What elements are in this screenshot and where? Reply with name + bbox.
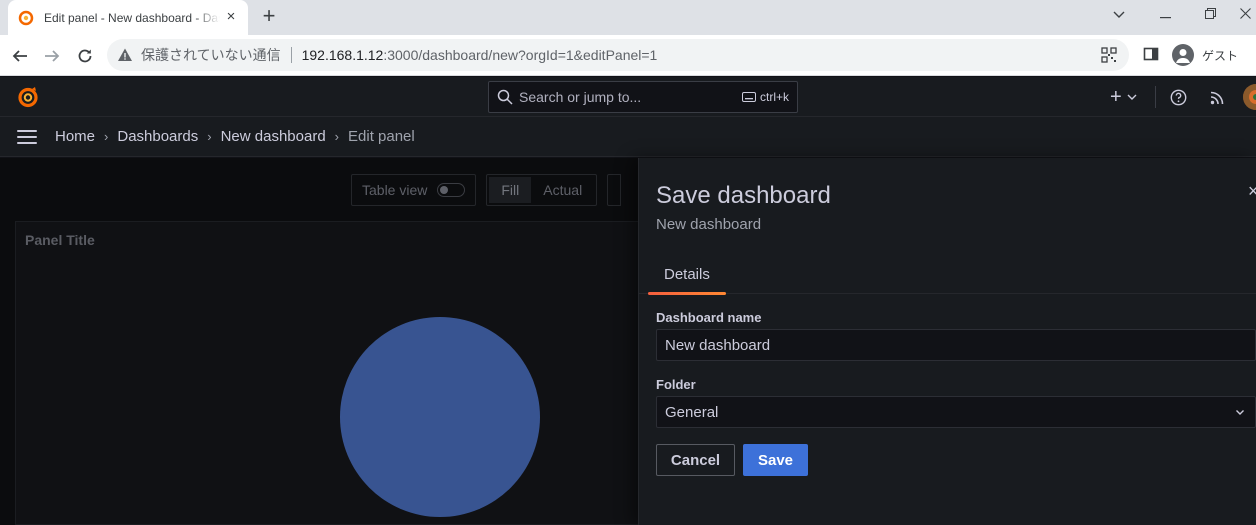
shortcut-label: ctrl+k xyxy=(759,90,789,104)
breadcrumb-edit-panel: Edit panel xyxy=(348,128,415,145)
restore-window-icon[interactable] xyxy=(1199,5,1221,25)
actual-option[interactable]: Actual xyxy=(531,177,594,203)
panel-editor-backdrop: Table view Fill Actual Panel Title xyxy=(0,158,640,525)
dashboard-name-value: New dashboard xyxy=(665,336,771,354)
reload-icon[interactable] xyxy=(74,45,96,67)
table-view-toggle[interactable]: Table view xyxy=(351,174,477,206)
help-icon[interactable] xyxy=(1170,87,1187,107)
grafana-logo-icon[interactable] xyxy=(16,85,40,109)
drawer-title: Save dashboard xyxy=(656,182,831,209)
table-view-label: Table view xyxy=(362,182,428,198)
close-icon[interactable]: × xyxy=(1248,182,1256,200)
profile-button[interactable]: ゲスト xyxy=(1168,41,1238,69)
new-tab-button[interactable]: + xyxy=(259,5,279,27)
drawer-tabs: Details xyxy=(639,262,1256,295)
forward-arrow-icon[interactable] xyxy=(41,45,63,67)
address-separator xyxy=(290,47,292,63)
url-text[interactable]: 192.168.1.12:3000/dashboard/new?orgId=1&… xyxy=(302,47,658,63)
panel-title: Panel Title xyxy=(25,232,95,248)
dashboard-name-label: Dashboard name xyxy=(656,310,762,325)
minimize-window-icon[interactable] xyxy=(1154,5,1176,25)
folder-label: Folder xyxy=(656,377,696,392)
search-icon xyxy=(497,89,513,105)
url-host: 192.168.1.12 xyxy=(301,47,384,63)
browser-toolbar: 保護されていない通信 192.168.1.12:3000/dashboard/n… xyxy=(0,35,1256,76)
topbar-divider xyxy=(1155,86,1156,108)
not-secure-label[interactable]: 保護されていない通信 xyxy=(141,45,281,65)
chevron-down-icon xyxy=(1127,94,1137,100)
panel-editor-toolbar: Table view Fill Actual xyxy=(351,174,622,206)
search-shortcut-hint: ctrl+k xyxy=(741,90,789,104)
tab-search-chevron-icon[interactable] xyxy=(1108,5,1130,25)
side-panel-icon[interactable] xyxy=(1143,46,1159,62)
back-arrow-icon[interactable] xyxy=(9,45,31,67)
save-dashboard-drawer: Save dashboard New dashboard × Details D… xyxy=(638,158,1256,525)
news-rss-icon[interactable] xyxy=(1210,87,1225,107)
view-mode-segmented-control: Fill Actual xyxy=(486,174,598,206)
browser-tabstrip: Edit panel - New dashboard - Dashboards … xyxy=(0,0,1256,35)
address-bar[interactable]: 保護されていない通信 192.168.1.12:3000/dashboard/n… xyxy=(107,39,1129,71)
plus-icon: + xyxy=(1110,85,1122,108)
pie-chart-slice xyxy=(340,317,540,517)
breadcrumb-new-dashboard[interactable]: New dashboard xyxy=(221,128,326,145)
keyboard-icon xyxy=(741,92,756,102)
guest-avatar-icon xyxy=(1172,44,1194,66)
chevron-down-icon xyxy=(1236,410,1244,415)
panel-preview: Panel Title xyxy=(15,221,640,525)
add-new-button[interactable]: + xyxy=(1110,85,1137,108)
breadcrumb-home[interactable]: Home xyxy=(55,128,95,145)
cancel-button[interactable]: Cancel xyxy=(656,444,735,476)
time-range-picker-partial[interactable] xyxy=(607,174,622,206)
search-placeholder: Search or jump to... xyxy=(519,89,642,105)
toggle-switch-icon xyxy=(437,183,466,197)
tab-details[interactable]: Details xyxy=(648,262,726,295)
qr-code-icon[interactable] xyxy=(1101,47,1117,63)
fill-option[interactable]: Fill xyxy=(489,177,532,203)
breadcrumb-separator: › xyxy=(207,129,212,144)
profile-label: ゲスト xyxy=(1202,48,1239,63)
menu-hamburger-icon[interactable] xyxy=(17,129,37,144)
folder-value: General xyxy=(665,403,719,421)
folder-select[interactable]: General xyxy=(656,396,1256,428)
grafana-topbar: Search or jump to... ctrl+k + xyxy=(0,77,1256,117)
breadcrumb-bar: Home › Dashboards › New dashboard › Edit… xyxy=(0,117,1256,157)
not-secure-warning-icon[interactable] xyxy=(117,47,133,63)
tab-close-icon[interactable]: × xyxy=(224,9,238,24)
close-window-icon[interactable] xyxy=(1234,5,1256,25)
search-input[interactable]: Search or jump to... ctrl+k xyxy=(488,81,798,113)
user-avatar[interactable] xyxy=(1243,84,1256,110)
browser-tab[interactable]: Edit panel - New dashboard - Dashboards … xyxy=(8,0,248,35)
breadcrumb-separator: › xyxy=(334,129,340,144)
grafana-favicon-icon xyxy=(18,10,34,26)
url-path: :3000/dashboard/new?orgId=1&editPanel=1 xyxy=(383,47,658,63)
tab-title: Edit panel - New dashboard - Dashboards … xyxy=(44,10,220,25)
breadcrumb-dashboards[interactable]: Dashboards xyxy=(117,128,198,145)
dashboard-name-input[interactable]: New dashboard xyxy=(656,329,1256,361)
breadcrumb-separator: › xyxy=(104,129,109,144)
drawer-subtitle: New dashboard xyxy=(656,216,762,233)
save-button[interactable]: Save xyxy=(743,444,808,476)
